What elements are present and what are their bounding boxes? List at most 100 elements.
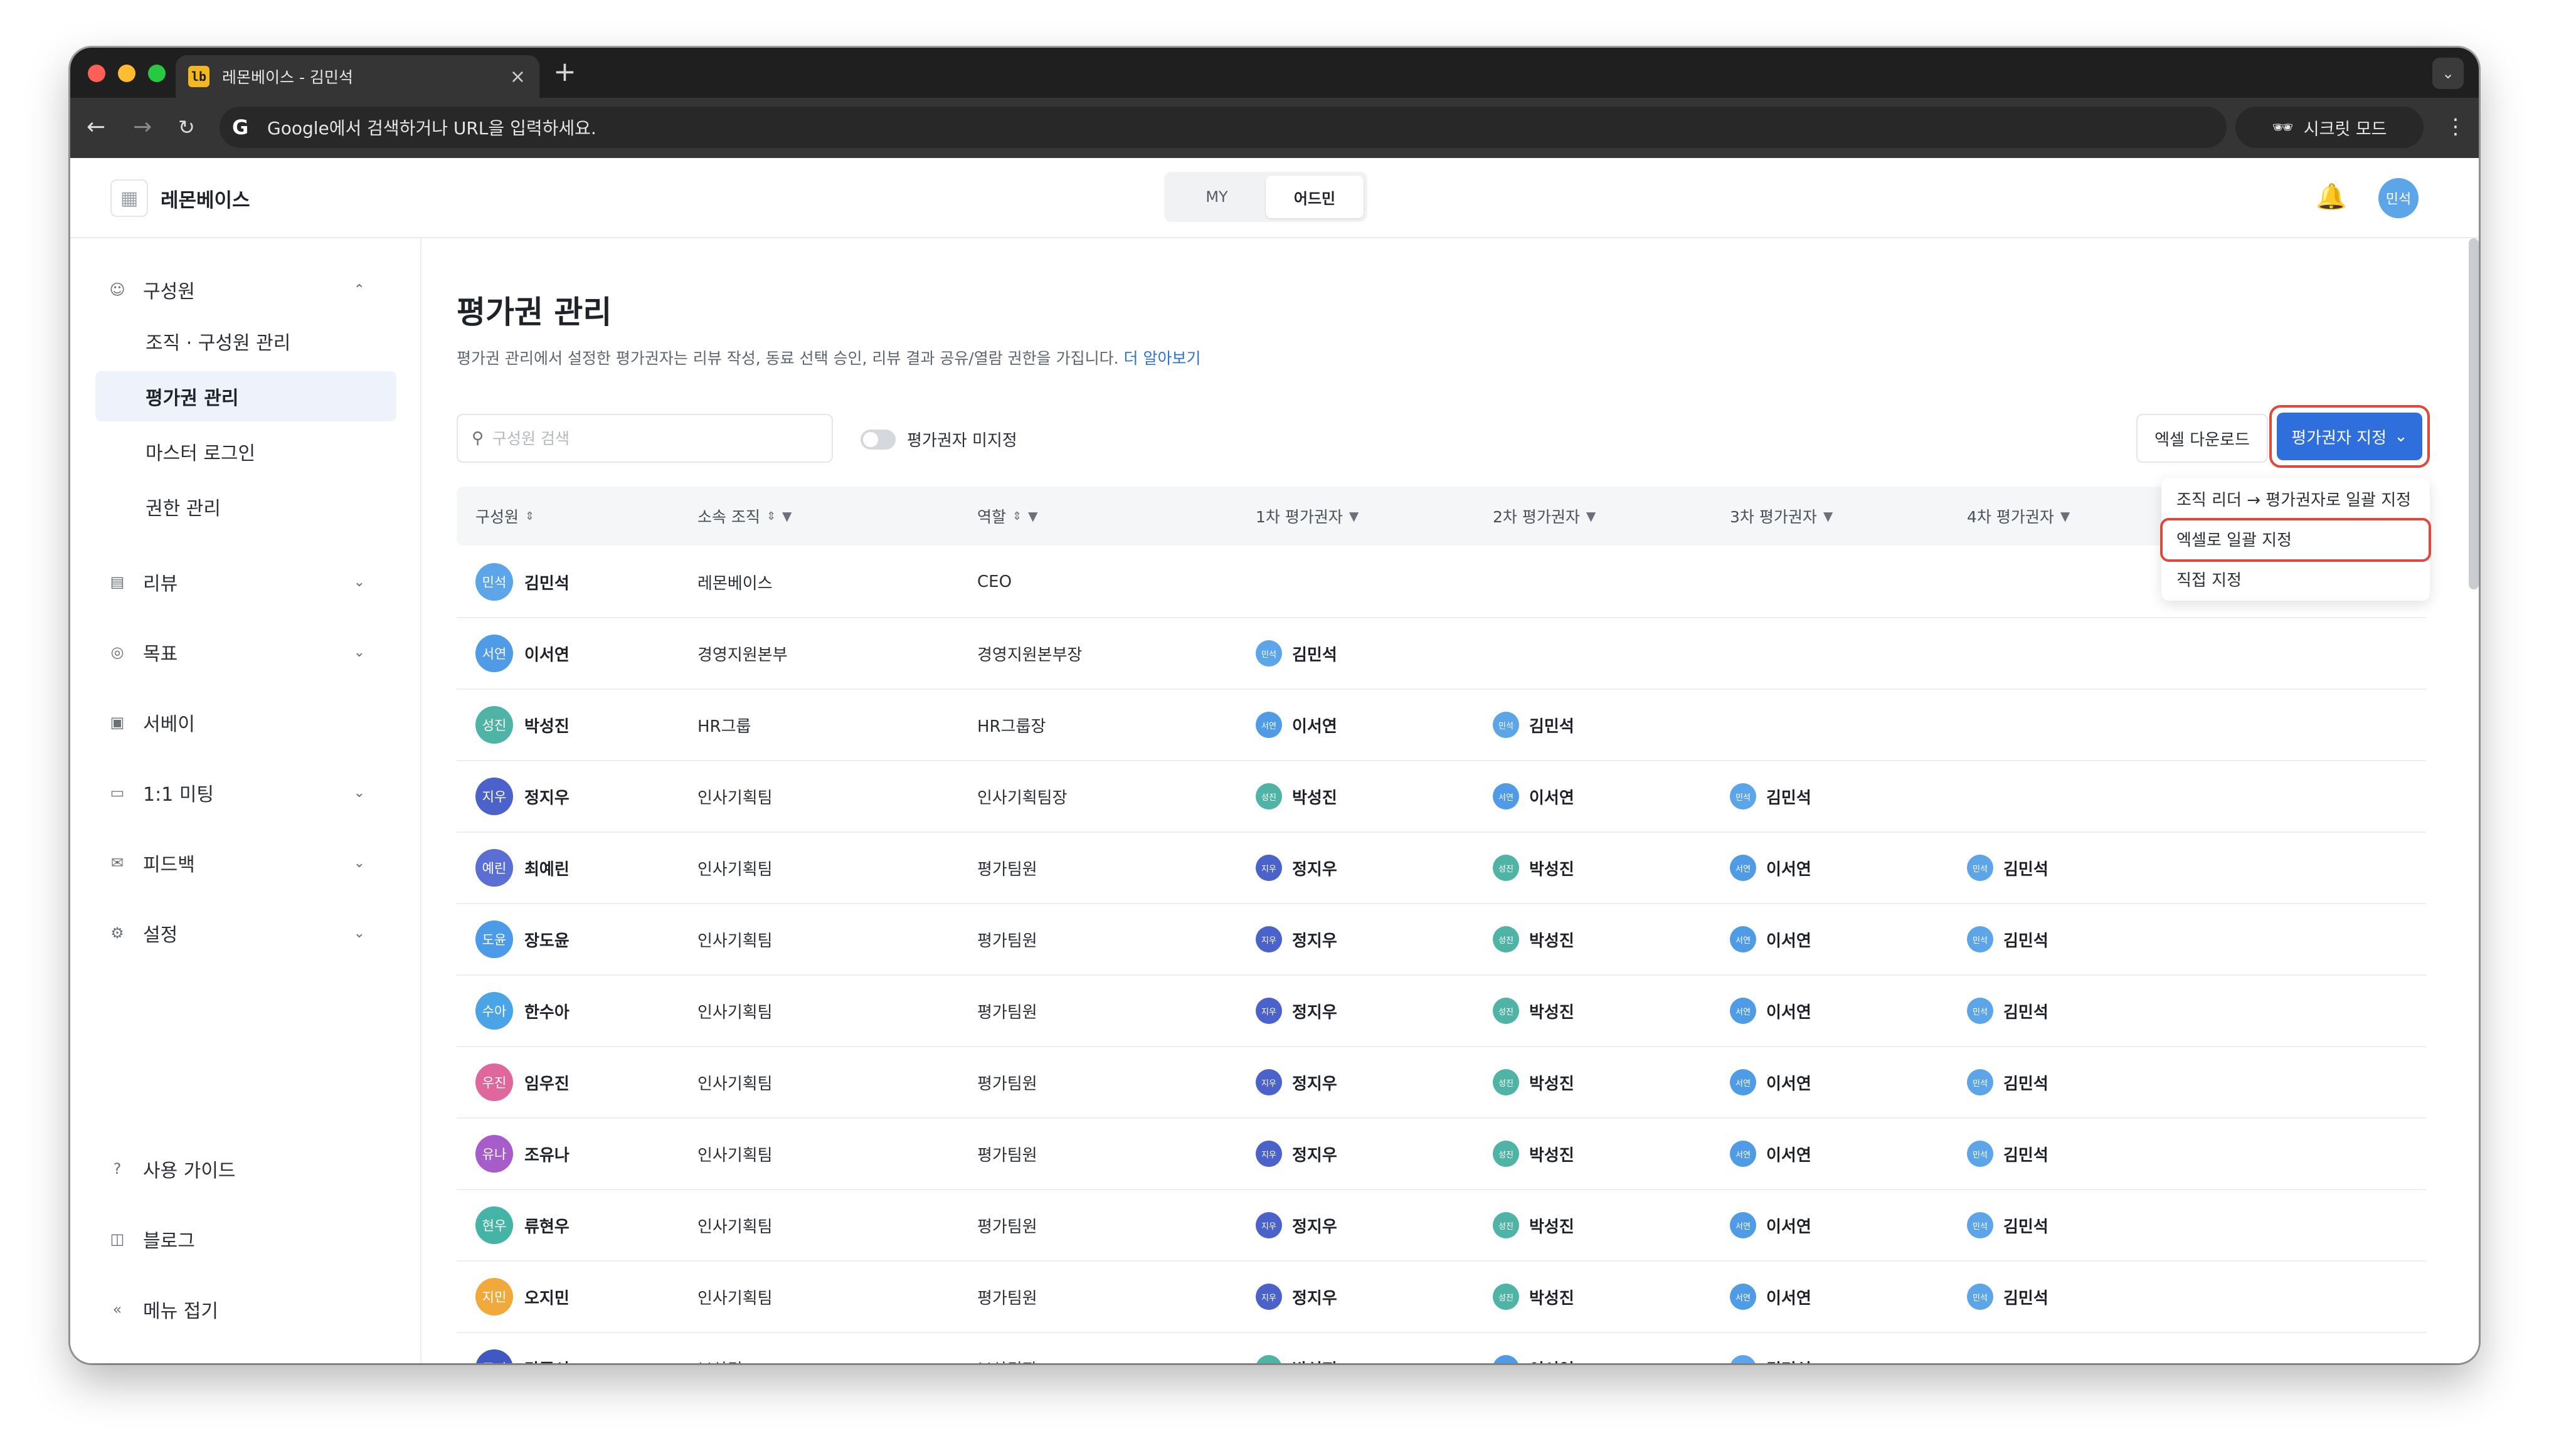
member-name[interactable]: 김민석 bbox=[524, 571, 570, 594]
column-header-e4[interactable]: 4차 평가권자 ▼ bbox=[1967, 487, 2070, 546]
column-header-org[interactable]: 소속 조직 ⇕ ▼ bbox=[697, 487, 792, 546]
evaluator-cell[interactable]: 서연 이서연 bbox=[1730, 1047, 1811, 1117]
column-header-role[interactable]: 역할 ⇕ ▼ bbox=[977, 487, 1038, 546]
evaluator-cell[interactable]: 민석 김민석 bbox=[1730, 1333, 1811, 1363]
sidebar-item-settings[interactable]: ⚙ 설정 ⌄ bbox=[108, 919, 384, 947]
evaluator-cell[interactable]: 서연 이서연 bbox=[1730, 833, 1811, 903]
search-input[interactable] bbox=[492, 429, 807, 448]
forward-icon[interactable]: → bbox=[133, 114, 152, 140]
evaluator-cell[interactable]: 민석 김민석 bbox=[1967, 904, 2048, 974]
omnibox[interactable]: G Google에서 검색하거나 URL을 입력하세요. bbox=[220, 107, 2227, 148]
sidebar-item-blog[interactable]: ◫ 블로그 bbox=[108, 1225, 384, 1253]
table-row[interactable]: 지민 오지민 인사기획팀 평가팀원 지우 정지우 성진 박성진 서연 이서연 민석 김민석 bbox=[457, 1262, 2426, 1333]
member-name[interactable]: 류현우 bbox=[524, 1214, 570, 1237]
minimize-window-button[interactable] bbox=[118, 65, 135, 82]
more-menu-icon[interactable]: ⋮ bbox=[2445, 114, 2466, 139]
evaluator-cell[interactable]: 민석 김민석 bbox=[1967, 1047, 2048, 1117]
tab-admin[interactable]: 어드민 bbox=[1266, 176, 1364, 218]
member-name[interactable]: 조유나 bbox=[524, 1142, 570, 1166]
evaluator-cell[interactable]: 민석 김민석 bbox=[1730, 761, 1811, 831]
evaluator-cell[interactable]: 민석 김민석 bbox=[1967, 1119, 2048, 1189]
scrollbar[interactable] bbox=[2469, 238, 2479, 589]
table-row[interactable]: 예린 최예린 인사기획팀 평가팀원 지우 정지우 성진 박성진 서연 이서연 민석 김민석 bbox=[457, 833, 2426, 904]
evaluator-cell[interactable]: 서연 이서연 bbox=[1730, 904, 1811, 974]
filter-icon[interactable]: ▼ bbox=[1823, 509, 1833, 524]
column-header-member[interactable]: 구성원 ⇕ bbox=[475, 487, 534, 546]
member-name[interactable]: 최예린 bbox=[524, 857, 570, 880]
table-row[interactable]: 우진 임우진 인사기획팀 평가팀원 지우 정지우 성진 박성진 서연 이서연 민석 김민석 bbox=[457, 1047, 2426, 1119]
assign-evaluator-button[interactable]: 평가권자 지정 ⌄ bbox=[2277, 413, 2422, 460]
menu-item-direct[interactable]: 직접 지정 bbox=[2161, 559, 2430, 598]
sidebar-item-review[interactable]: ▤ 리뷰 ⌄ bbox=[108, 568, 384, 596]
sidebar-item-survey[interactable]: ▣ 서베이 bbox=[108, 709, 384, 736]
excel-download-button[interactable]: 엑셀 다운로드 bbox=[2136, 414, 2268, 463]
toggle-switch[interactable] bbox=[861, 429, 896, 450]
member-name[interactable]: 이서연 bbox=[524, 642, 570, 665]
menu-item-leader-bulk[interactable]: 조직 리더 → 평가권자로 일괄 지정 bbox=[2161, 479, 2430, 518]
member-name[interactable]: 박성진 bbox=[524, 714, 570, 737]
close-window-button[interactable] bbox=[88, 65, 105, 82]
filter-icon[interactable]: ▼ bbox=[1349, 509, 1359, 524]
member-name[interactable]: 강준서 bbox=[524, 1357, 570, 1364]
sidebar-item-members[interactable]: ☺ 구성원 ⌃ bbox=[108, 276, 384, 303]
evaluator-cell[interactable]: 지우 정지우 bbox=[1256, 1047, 1337, 1117]
user-avatar[interactable]: 민석 bbox=[2378, 178, 2419, 218]
evaluator-cell[interactable]: 지우 정지우 bbox=[1256, 904, 1337, 974]
sidebar-item-permission-manage[interactable]: 권한 관리 bbox=[95, 482, 396, 532]
tab-search-chevron-icon[interactable]: ⌄ bbox=[2432, 58, 2464, 89]
learn-more-link[interactable]: 더 알아보기 bbox=[1124, 349, 1201, 367]
evaluator-cell[interactable]: 민석 김민석 bbox=[1493, 690, 1574, 760]
sort-icon[interactable]: ⇕ bbox=[1012, 510, 1022, 523]
sidebar-item-guide[interactable]: ? 사용 가이드 bbox=[108, 1155, 384, 1183]
sidebar-item-goal[interactable]: ◎ 목표 ⌄ bbox=[108, 638, 384, 666]
evaluator-cell[interactable]: 서연 이서연 bbox=[1730, 1262, 1811, 1332]
tab-close-icon[interactable]: × bbox=[510, 66, 526, 88]
filter-icon[interactable]: ▼ bbox=[2060, 509, 2070, 524]
tab-my[interactable]: MY bbox=[1168, 176, 1266, 218]
evaluator-cell[interactable]: 성진 박성진 bbox=[1256, 1333, 1337, 1363]
evaluator-cell[interactable]: 성진 박성진 bbox=[1493, 1119, 1574, 1189]
sidebar-item-feedback[interactable]: ✉ 피드백 ⌄ bbox=[108, 849, 384, 877]
evaluator-cell[interactable]: 서연 이서연 bbox=[1730, 976, 1811, 1046]
evaluator-cell[interactable]: 성진 박성진 bbox=[1256, 761, 1337, 831]
evaluator-cell[interactable]: 민석 김민석 bbox=[1967, 1190, 2048, 1260]
table-row[interactable]: 서연 이서연 경영지원본부 경영지원본부장 민석 김민석 bbox=[457, 618, 2426, 690]
table-row[interactable]: 현우 류현우 인사기획팀 평가팀원 지우 정지우 성진 박성진 서연 이서연 민석 김민석 bbox=[457, 1190, 2426, 1262]
member-name[interactable]: 장도윤 bbox=[524, 928, 570, 951]
evaluator-cell[interactable]: 민석 김민석 bbox=[1967, 1262, 2048, 1332]
filter-icon[interactable]: ▼ bbox=[1586, 509, 1596, 524]
sidebar-item-meeting[interactable]: ▭ 1:1 미팅 ⌄ bbox=[108, 779, 384, 806]
search-box[interactable]: ⚲ bbox=[457, 414, 833, 463]
sidebar-item-evaluator-manage[interactable]: 평가권 관리 bbox=[95, 371, 396, 421]
maximize-window-button[interactable] bbox=[148, 65, 166, 82]
logo[interactable]: ▦ 레몬베이스 bbox=[110, 179, 250, 217]
evaluator-cell[interactable]: 서연 이서연 bbox=[1730, 1190, 1811, 1260]
column-header-e3[interactable]: 3차 평가권자 ▼ bbox=[1730, 487, 1833, 546]
table-row[interactable]: 수아 한수아 인사기획팀 평가팀원 지우 정지우 성진 박성진 서연 이서연 민석 김민석 bbox=[457, 976, 2426, 1047]
evaluator-cell[interactable]: 지우 정지우 bbox=[1256, 1262, 1337, 1332]
member-name[interactable]: 한수아 bbox=[524, 1000, 570, 1023]
reload-icon[interactable]: ↻ bbox=[178, 115, 195, 139]
evaluator-cell[interactable]: 지우 정지우 bbox=[1256, 1190, 1337, 1260]
evaluator-cell[interactable]: 성진 박성진 bbox=[1493, 976, 1574, 1046]
evaluator-cell[interactable]: 민석 김민석 bbox=[1967, 976, 2048, 1046]
evaluator-cell[interactable]: 성진 박성진 bbox=[1493, 833, 1574, 903]
evaluator-cell[interactable]: 성진 박성진 bbox=[1493, 1190, 1574, 1260]
table-row[interactable]: 도윤 장도윤 인사기획팀 평가팀원 지우 정지우 성진 박성진 서연 이서연 민석 김민석 bbox=[457, 904, 2426, 976]
sidebar-item-master-login[interactable]: 마스터 로그인 bbox=[95, 426, 396, 477]
sidebar-item-collapse[interactable]: « 메뉴 접기 bbox=[108, 1295, 384, 1323]
filter-icon[interactable]: ▼ bbox=[782, 509, 792, 524]
evaluator-cell[interactable]: 지우 정지우 bbox=[1256, 976, 1337, 1046]
back-icon[interactable]: ← bbox=[87, 114, 105, 140]
table-row[interactable]: 준서강준서 보상팀 보상팀장성진 박성진 서연 이서연 민석 김민석 bbox=[457, 1333, 2426, 1363]
evaluator-cell[interactable]: 성진 박성진 bbox=[1493, 1262, 1574, 1332]
evaluator-cell[interactable]: 서연 이서연 bbox=[1493, 1333, 1574, 1363]
table-row[interactable]: 유나 조유나 인사기획팀 평가팀원 지우 정지우 성진 박성진 서연 이서연 민석 김민석 bbox=[457, 1119, 2426, 1190]
unassigned-toggle[interactable]: 평가권자 미지정 bbox=[861, 428, 1017, 451]
filter-icon[interactable]: ▼ bbox=[1028, 509, 1037, 524]
incognito-chip[interactable]: 🕶 시크릿 모드 bbox=[2235, 107, 2424, 148]
column-header-e1[interactable]: 1차 평가권자 ▼ bbox=[1256, 487, 1359, 546]
evaluator-cell[interactable]: 지우 정지우 bbox=[1256, 1119, 1337, 1189]
evaluator-cell[interactable]: 성진 박성진 bbox=[1493, 1047, 1574, 1117]
table-row[interactable]: 성진 박성진 HR그룹 HR그룹장 서연 이서연 민석 김민석 bbox=[457, 690, 2426, 761]
